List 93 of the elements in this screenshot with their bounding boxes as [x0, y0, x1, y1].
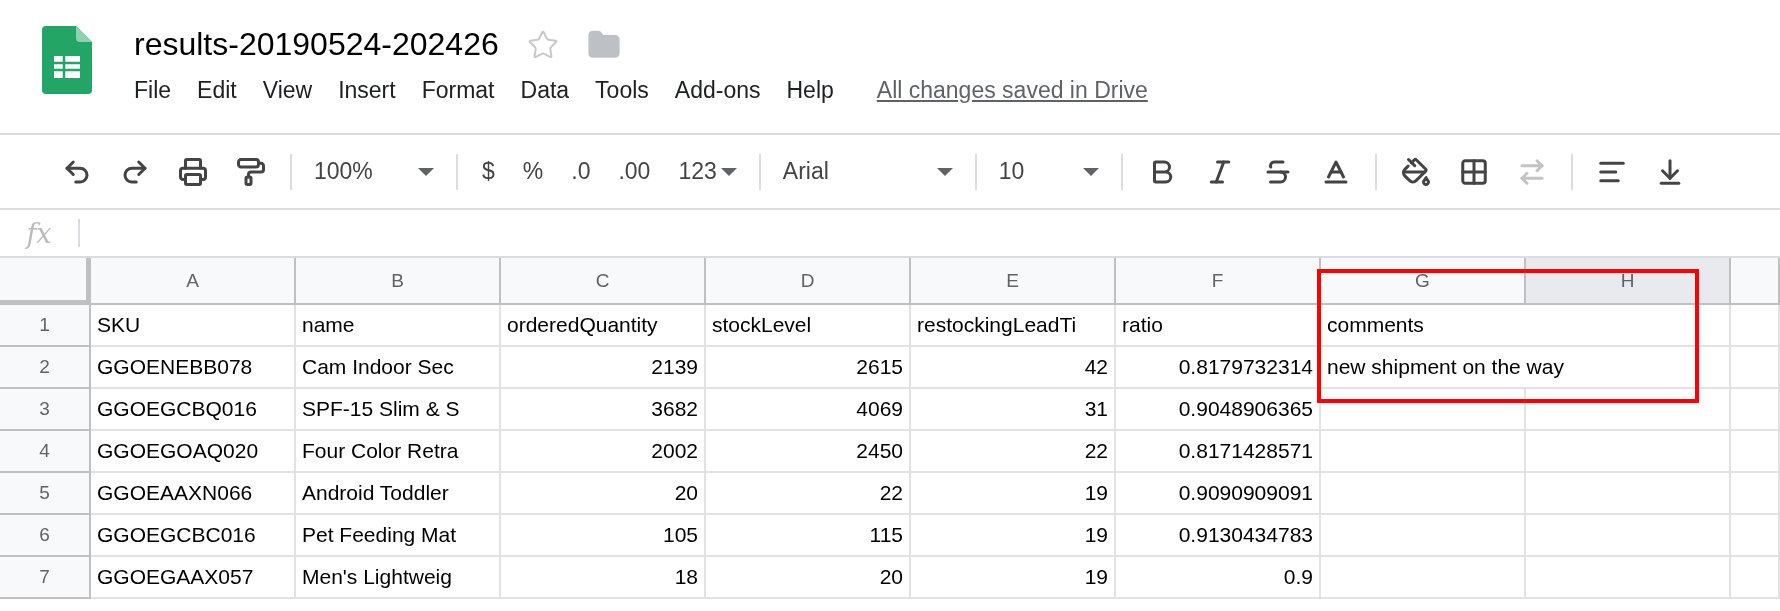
column-header[interactable]: C [501, 258, 706, 305]
font-size-dropdown[interactable]: 10 [986, 158, 1111, 185]
table-cell: 0.9 [1116, 557, 1321, 599]
column-header[interactable]: B [296, 258, 501, 305]
table-cell: 2139 [501, 347, 706, 389]
font-dropdown[interactable]: Arial [770, 158, 965, 185]
fill-color-icon[interactable] [1400, 156, 1431, 187]
table-cell: 20 [501, 473, 706, 515]
number-format-button[interactable]: .00 [604, 158, 665, 185]
row-header[interactable]: 2 [0, 347, 91, 389]
table-cell: GGOEAAXN066 [91, 473, 296, 515]
document-title[interactable]: results-20190524-202426 [134, 26, 499, 63]
menu-item[interactable]: Edit [184, 77, 250, 104]
table-cell: 0.9048906365 [1116, 389, 1321, 431]
column-header[interactable]: D [706, 258, 911, 305]
table-cell: 18 [501, 557, 706, 599]
row-header[interactable]: 4 [0, 431, 91, 473]
table-cell: name [296, 305, 501, 347]
table-cell: GGOEGCBC016 [91, 515, 296, 557]
row-header[interactable]: 7 [0, 557, 91, 599]
table-cell: 0.9130434783 [1116, 515, 1321, 557]
row-header[interactable]: 3 [0, 389, 91, 431]
table-cell: SKU [91, 305, 296, 347]
table-cell: 0.8179732314 [1116, 347, 1321, 389]
table-cell: new shipment on the way [1321, 347, 1731, 389]
table-cell: 19 [911, 473, 1116, 515]
table-cell [1731, 557, 1780, 599]
table-cell: restockingLeadTi [911, 305, 1116, 347]
table-cell: ratio [1116, 305, 1321, 347]
table-cell: 3682 [501, 389, 706, 431]
table-cell [1731, 305, 1780, 347]
star-icon[interactable] [526, 28, 559, 61]
row-header[interactable]: 1 [0, 305, 91, 347]
table-cell: 19 [911, 557, 1116, 599]
paint-roller-icon[interactable] [236, 156, 266, 187]
menu-item[interactable]: Data [507, 77, 583, 104]
table-cell: 4069 [706, 389, 911, 431]
table-cell: 2450 [706, 431, 911, 473]
formula-label: fx [24, 217, 53, 249]
number-format-button[interactable]: $ [468, 158, 509, 185]
table-cell: comments [1321, 305, 1731, 347]
menu-item[interactable]: Add-ons [661, 77, 774, 104]
table-cell: orderedQuantity [501, 305, 706, 347]
table-cell: 22 [911, 431, 1116, 473]
menu-item[interactable]: Tools [582, 77, 662, 104]
table-cell: 0.8171428571 [1116, 431, 1321, 473]
table-cell: Four Color Retra [296, 431, 501, 473]
row-header[interactable]: 6 [0, 515, 91, 557]
table-cell: stockLevel [706, 305, 911, 347]
table-cell: Cam Indoor Sec [296, 347, 501, 389]
number-format-button[interactable]: 123 [664, 158, 731, 185]
table-cell: 20 [706, 557, 911, 599]
sheets-logo-icon [42, 26, 92, 94]
table-cell: 2615 [706, 347, 911, 389]
zoom-dropdown[interactable]: 100% [302, 158, 446, 185]
column-header[interactable]: H [1526, 258, 1731, 305]
caret-icon[interactable] [720, 167, 737, 176]
table-cell [1731, 473, 1780, 515]
table-cell: GGOEGCBQ016 [91, 389, 296, 431]
table-cell: GGOEGOAQ020 [91, 431, 296, 473]
table-cell: 2002 [501, 431, 706, 473]
column-header[interactable]: G [1321, 258, 1526, 305]
table-cell: 19 [911, 515, 1116, 557]
number-format-button[interactable]: % [508, 158, 558, 185]
table-cell: 0.9090909091 [1116, 473, 1321, 515]
menu-item[interactable]: View [249, 77, 326, 104]
table-cell [1731, 389, 1780, 431]
save-status-link[interactable]: All changes saved in Drive [876, 77, 1148, 104]
table-cell [1731, 431, 1780, 473]
table-cell: Pet Feeding Mat [296, 515, 501, 557]
table-cell: 115 [706, 515, 911, 557]
borders-icon[interactable] [1458, 156, 1489, 187]
column-header[interactable]: F [1116, 258, 1321, 305]
table-cell: Android Toddler [296, 473, 501, 515]
table-cell: SPF-15 Slim & S [296, 389, 501, 431]
column-header[interactable]: A [91, 258, 296, 305]
menu-item[interactable]: Help [773, 77, 847, 104]
menu-item[interactable]: Insert [325, 77, 409, 104]
table-cell: 105 [501, 515, 706, 557]
row-header[interactable]: 5 [0, 473, 91, 515]
table-cell: 42 [911, 347, 1116, 389]
table-cell: Men's Lightweig [296, 557, 501, 599]
menu-item[interactable]: Format [408, 77, 508, 104]
menu-item[interactable]: File [134, 77, 185, 104]
column-header[interactable]: E [911, 258, 1116, 305]
table-cell: 22 [706, 473, 911, 515]
table-cell: GGOEGAAX057 [91, 557, 296, 599]
table-cell: GGOENEBB078 [91, 347, 296, 389]
table-cell [1731, 515, 1780, 557]
table-cell [1731, 347, 1780, 389]
print-icon[interactable] [178, 156, 208, 187]
table-cell: 31 [911, 389, 1116, 431]
number-format-button[interactable]: .0 [557, 158, 605, 185]
